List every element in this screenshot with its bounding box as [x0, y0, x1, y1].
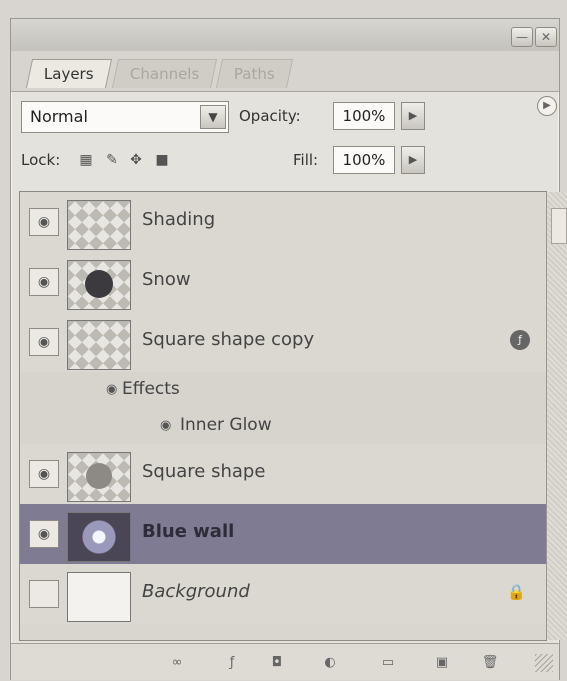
layer-thumbnail [67, 572, 131, 622]
layers-toolbar: ∞ ƒ ◘ ◐ ▭ ▣ 🗑 [11, 643, 559, 680]
opacity-input[interactable]: 100% [333, 102, 395, 130]
layer-name: Snow [142, 269, 191, 290]
chevron-down-icon[interactable]: ▼ [200, 105, 226, 129]
resize-handle-icon[interactable] [535, 654, 553, 672]
layer-thumbnail [67, 200, 131, 250]
lock-icon: 🔒 [507, 583, 526, 601]
inner-glow-row[interactable]: ◉ Inner Glow [20, 408, 546, 445]
layer-thumbnail [67, 512, 131, 562]
fill-input[interactable]: 100% [333, 146, 395, 174]
lock-fill-row: Lock: ▦ ✎ ✥ ■ Fill: 100% ▶ [21, 145, 551, 179]
lock-all-icon[interactable]: ■ [153, 151, 171, 169]
panel-titlebar: — ✕ [11, 19, 559, 52]
eye-icon[interactable]: ◉ [29, 208, 59, 236]
mask-icon[interactable]: ◘ [266, 652, 288, 674]
lock-transparency-icon[interactable]: ▦ [77, 151, 95, 169]
blend-opacity-row: Normal ▼ Opacity: 100% ▶ [21, 101, 551, 133]
panel-tabs: Layers Channels Paths ▶ [11, 51, 559, 116]
layer-row-square-shape-copy[interactable]: ◉ Square shape copy ƒ [20, 312, 546, 373]
fx-icon[interactable]: ƒ [221, 652, 243, 674]
snow-ball-icon [85, 270, 113, 298]
new-layer-icon[interactable]: ▣ [431, 652, 453, 674]
eye-icon[interactable]: ◉ [106, 382, 117, 397]
eye-icon[interactable]: ◉ [29, 268, 59, 296]
blend-mode-select[interactable]: Normal ▼ [21, 101, 229, 133]
layer-name: Shading [142, 209, 216, 230]
link-icon[interactable]: ∞ [166, 652, 188, 674]
eye-icon[interactable]: ◉ [29, 460, 59, 488]
layers-list: ◉ Shading ◉ Snow ◉ Square shape copy ƒ ◉… [19, 191, 567, 641]
layer-row-background[interactable]: Background 🔒 [20, 564, 546, 624]
adjustment-icon[interactable]: ◐ [319, 652, 341, 674]
lock-label: Lock: [21, 151, 61, 169]
eye-icon[interactable]: ◉ [160, 418, 171, 433]
layer-row-square-shape[interactable]: ◉ Square shape [20, 444, 546, 505]
inner-glow-label: Inner Glow [180, 415, 272, 435]
layer-thumbnail [67, 260, 131, 310]
effects-label: Effects [122, 379, 180, 399]
opacity-arrow-icon[interactable]: ▶ [401, 102, 425, 130]
eye-icon[interactable]: ◉ [29, 520, 59, 548]
layers-panel: — ✕ Layers Channels Paths ▶ Normal ▼ Opa… [10, 18, 567, 680]
tab-layers[interactable]: Layers [25, 59, 112, 88]
layer-name: Blue wall [142, 521, 235, 542]
lock-brush-icon[interactable]: ✎ [103, 151, 121, 169]
shape-icon [86, 463, 112, 489]
blend-mode-value: Normal [30, 107, 88, 126]
tab-channels[interactable]: Channels [111, 59, 218, 88]
fill-arrow-icon[interactable]: ▶ [401, 146, 425, 174]
eye-icon[interactable]: ◉ [29, 328, 59, 356]
layer-thumbnail [67, 320, 131, 370]
opacity-label: Opacity: [239, 107, 301, 125]
layer-row-blue-wall[interactable]: ◉ Blue wall [20, 504, 546, 565]
folder-icon[interactable]: ▭ [377, 652, 399, 674]
layer-row-shading[interactable]: ◉ Shading [20, 192, 546, 253]
tab-paths[interactable]: Paths [215, 59, 293, 88]
layer-name: Square shape copy [142, 329, 315, 350]
layer-name: Background [142, 581, 250, 602]
eye-icon[interactable] [29, 580, 59, 608]
layer-row-snow[interactable]: ◉ Snow [20, 252, 546, 313]
scroll-thumb[interactable] [551, 208, 567, 244]
close-icon[interactable]: ✕ [535, 27, 557, 47]
fx-icon[interactable]: ƒ [510, 330, 530, 350]
layer-effects-row[interactable]: ◉ Effects [20, 372, 546, 409]
scrollbar[interactable] [546, 192, 567, 640]
layer-thumbnail [67, 452, 131, 502]
layer-name: Square shape [142, 461, 266, 482]
trash-icon[interactable]: 🗑 [479, 652, 501, 674]
fill-label: Fill: [293, 151, 319, 169]
lock-move-icon[interactable]: ✥ [127, 151, 145, 169]
minimize-icon[interactable]: — [511, 27, 533, 47]
